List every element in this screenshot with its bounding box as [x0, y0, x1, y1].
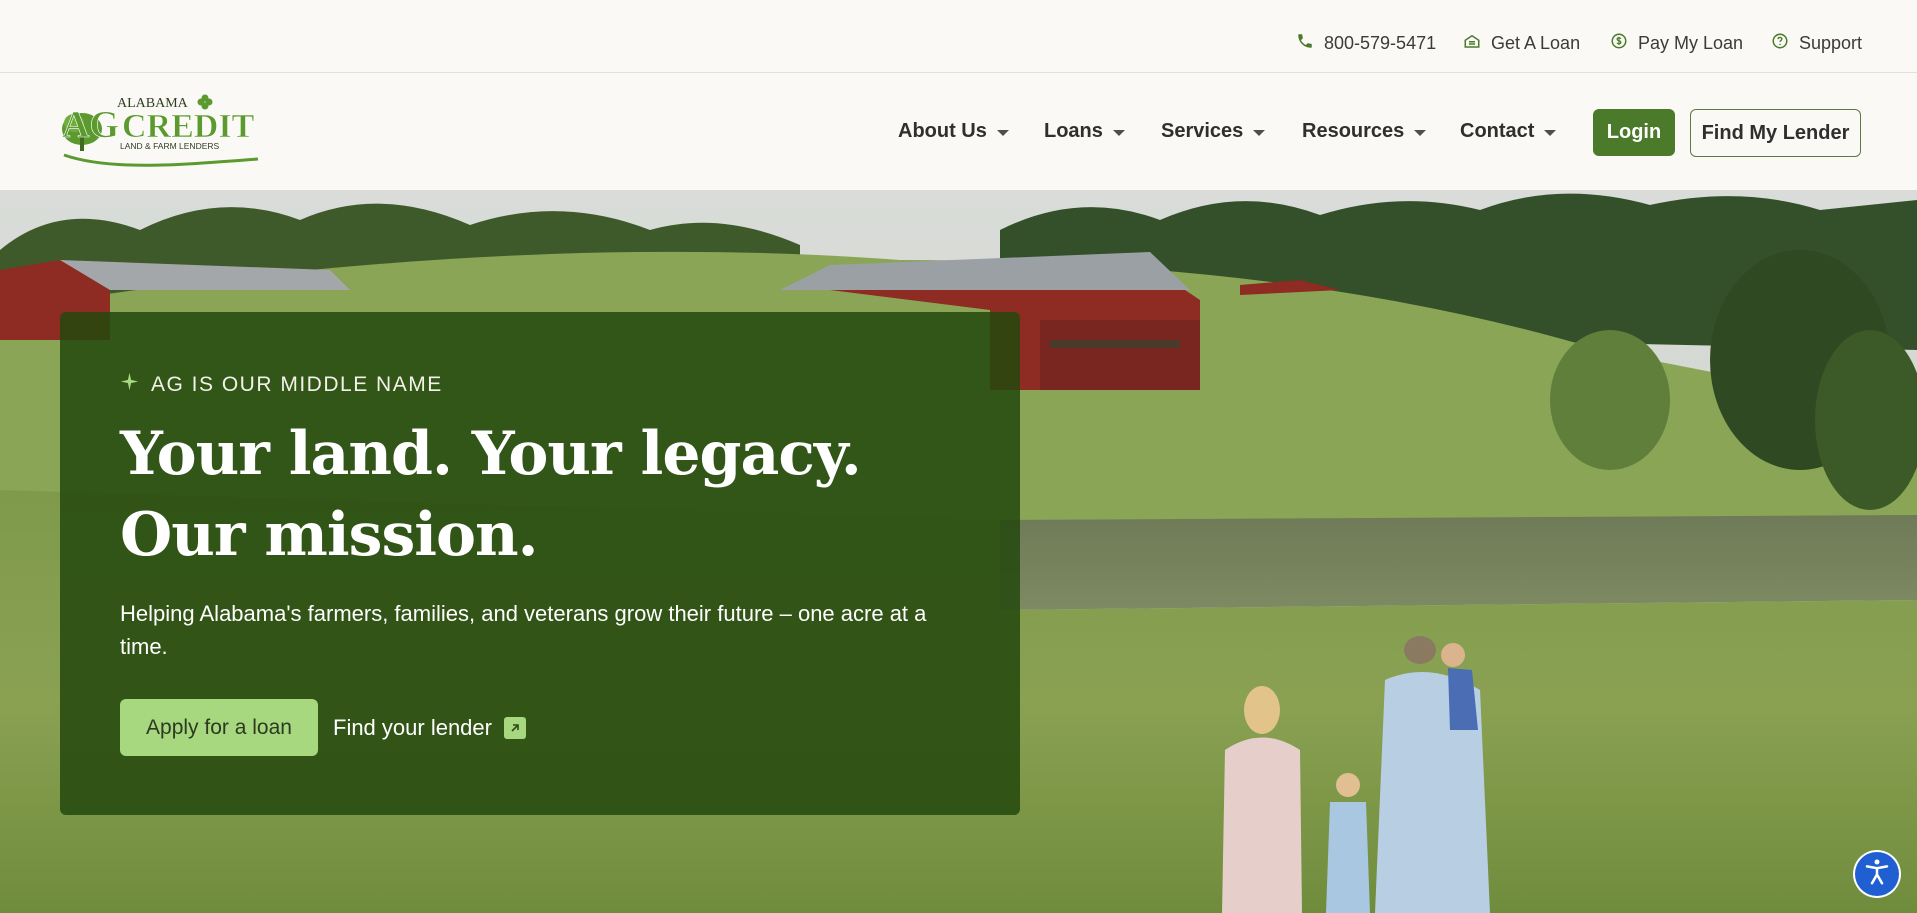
utility-phone-label: 800-579-5471 [1324, 32, 1437, 53]
chevron-down-icon [1414, 129, 1427, 136]
nav-loans[interactable]: Loans [1044, 73, 1125, 190]
svg-text:CREDIT: CREDIT [122, 108, 255, 145]
nav-resources-label: Resources [1302, 120, 1405, 142]
main-header: ALABAMA AG CREDIT LAND & FARM LENDERS Ab… [0, 73, 1917, 190]
nav-services-label: Services [1161, 120, 1244, 142]
find-my-lender-button[interactable]: Find My Lender [1690, 109, 1861, 157]
utility-pay-loan-label: Pay My Loan [1638, 32, 1744, 53]
loan-icon [1463, 32, 1481, 55]
chevron-down-icon [996, 129, 1009, 136]
svg-text:LAND & FARM LENDERS: LAND & FARM LENDERS [120, 141, 220, 151]
accessibility-icon [1862, 857, 1892, 892]
utility-bar: 800-579-5471 Get A Loan Pay My Loan Supp… [0, 0, 1917, 73]
help-icon [1771, 32, 1789, 55]
external-link-icon [503, 716, 526, 739]
apply-for-loan-button[interactable]: Apply for a loan [120, 699, 318, 756]
hero-eyebrow-text: AG IS OUR MIDDLE NAME [151, 372, 443, 396]
accessibility-button[interactable] [1855, 852, 1899, 896]
nav-about-us[interactable]: About Us [898, 73, 1009, 190]
nav-contact-label: Contact [1460, 120, 1535, 142]
dollar-icon [1610, 32, 1628, 55]
utility-get-loan-label: Get A Loan [1491, 32, 1581, 53]
nav-about-us-label: About Us [898, 120, 987, 142]
phone-icon [1296, 32, 1314, 55]
nav-contact[interactable]: Contact [1460, 73, 1557, 190]
chevron-down-icon [1253, 129, 1266, 136]
find-your-lender-label: Find your lender [333, 714, 492, 740]
hero-card: AG IS OUR MIDDLE NAME Your land. Your le… [60, 312, 1020, 815]
site-logo[interactable]: ALABAMA AG CREDIT LAND & FARM LENDERS [60, 93, 260, 173]
hero-headline: Your land. Your legacy. Our mission. [120, 419, 862, 570]
utility-support-label: Support [1799, 32, 1863, 53]
svg-text:AG: AG [62, 104, 119, 146]
hero-section: AG IS OUR MIDDLE NAME Your land. Your le… [0, 190, 1917, 913]
chevron-down-icon [1112, 129, 1125, 136]
sparkle-icon [120, 372, 139, 397]
login-button[interactable]: Login [1593, 109, 1675, 156]
hero-eyebrow: AG IS OUR MIDDLE NAME [120, 372, 443, 397]
nav-resources[interactable]: Resources [1302, 73, 1427, 190]
nav-services[interactable]: Services [1161, 73, 1266, 190]
nav-loans-label: Loans [1044, 120, 1103, 142]
chevron-down-icon [1544, 129, 1557, 136]
find-your-lender-link[interactable]: Find your lender [333, 699, 526, 756]
hero-subhead: Helping Alabama's farmers, families, and… [120, 601, 927, 659]
agcredit-logo-image: ALABAMA AG CREDIT LAND & FARM LENDERS [62, 94, 259, 167]
